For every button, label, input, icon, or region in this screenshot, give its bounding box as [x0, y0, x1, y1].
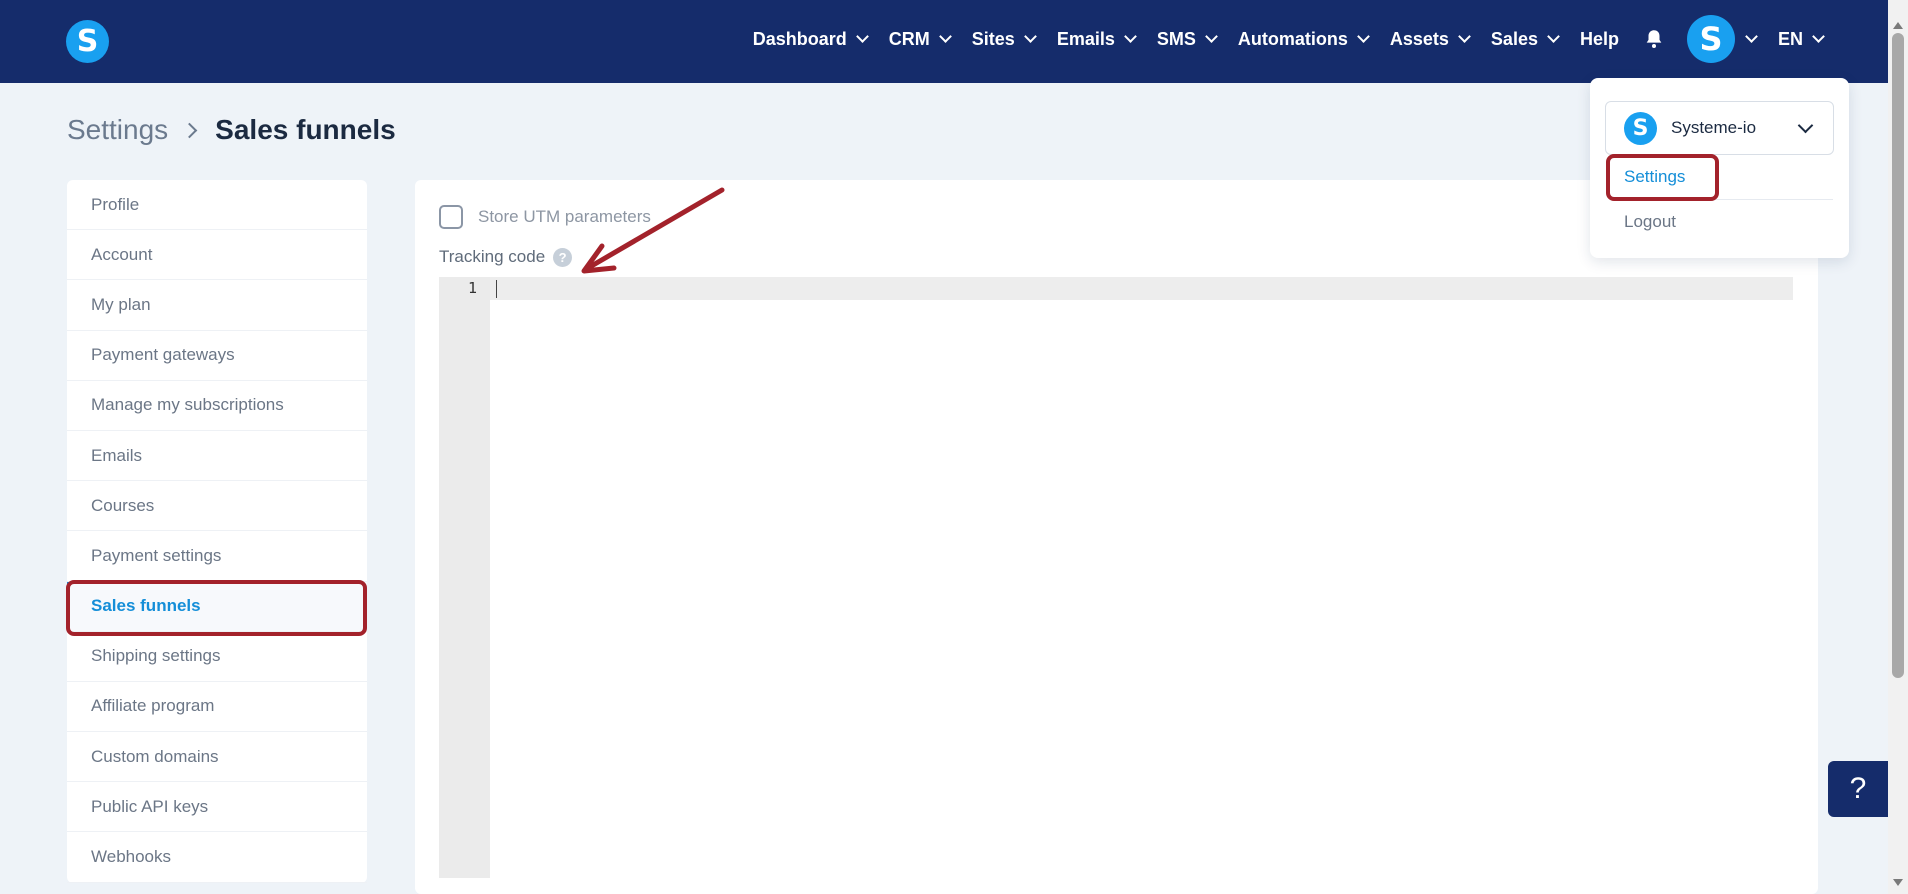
settings-sidebar: Profile Account My plan Payment gateways…	[67, 180, 367, 883]
nav-label: Assets	[1389, 28, 1449, 49]
editor-gutter: 1	[439, 277, 490, 878]
sidebar-item-account[interactable]: Account	[67, 230, 367, 281]
sidebar-item-label: Manage my subscriptions	[91, 395, 284, 415]
sidebar-item-sales-funnels[interactable]: Sales funnels	[67, 581, 367, 632]
sidebar-item-affiliate-program[interactable]: Affiliate program	[67, 682, 367, 733]
nav-label: Help	[1579, 28, 1619, 49]
store-utm-checkbox[interactable]	[439, 205, 463, 229]
nav-dashboard[interactable]: Dashboard	[752, 28, 869, 50]
chevron-down-icon	[1745, 30, 1758, 43]
line-number: 1	[467, 279, 477, 297]
scroll-down-icon[interactable]	[1893, 879, 1903, 886]
account-switcher[interactable]: S Systeme-io	[1605, 101, 1834, 155]
tracking-code-label: Tracking code	[439, 247, 546, 266]
sidebar-item-label: Sales funnels	[91, 596, 201, 616]
page-scrollbar[interactable]	[1888, 0, 1908, 894]
sidebar-item-label: Affiliate program	[91, 696, 215, 716]
nav-automations[interactable]: Automations	[1237, 28, 1370, 50]
avatar: S	[1686, 15, 1735, 63]
chevron-down-icon	[1023, 30, 1037, 43]
sidebar-item-label: Courses	[91, 495, 155, 515]
account-logo: S	[1624, 111, 1657, 145]
sidebar-item-label: Profile	[91, 194, 140, 214]
nav-sites[interactable]: Sites	[971, 28, 1037, 50]
sidebar-item-label: Webhooks	[91, 847, 172, 867]
language-label: EN	[1777, 28, 1803, 49]
chevron-right-icon	[181, 122, 198, 138]
help-chat-button[interactable]: ?	[1828, 761, 1888, 817]
breadcrumb: Settings Sales funnels	[67, 114, 396, 146]
nav-crm[interactable]: CRM	[888, 28, 952, 50]
nav-label: Sales	[1490, 28, 1538, 49]
nav-emails[interactable]: Emails	[1056, 28, 1137, 50]
sidebar-item-emails[interactable]: Emails	[67, 431, 367, 482]
main-nav: Dashboard CRM Sites Emails SMS Automatio…	[731, 0, 1825, 78]
sidebar-item-my-plan[interactable]: My plan	[67, 280, 367, 331]
chevron-down-icon	[1812, 30, 1825, 43]
tracking-code-editor[interactable]: 1	[439, 277, 1793, 878]
user-dropdown-menu: S Systeme-io Settings Logout	[1590, 78, 1849, 258]
sidebar-item-public-api-keys[interactable]: Public API keys	[67, 782, 367, 833]
sidebar-item-label: Emails	[91, 445, 143, 465]
text-cursor	[496, 280, 497, 298]
sidebar-item-label: Payment gateways	[91, 345, 235, 365]
tracking-code-header: Tracking code ?	[439, 247, 573, 267]
nav-label: Sites	[971, 28, 1015, 49]
sidebar-item-manage-subscriptions[interactable]: Manage my subscriptions	[67, 381, 367, 431]
nav-assets[interactable]: Assets	[1389, 28, 1471, 50]
sidebar-item-label: Shipping settings	[91, 646, 221, 666]
sidebar-item-webhooks[interactable]: Webhooks	[67, 832, 367, 883]
sidebar-item-profile[interactable]: Profile	[67, 180, 367, 231]
chevron-down-icon	[855, 30, 869, 43]
annotation-arrow-icon	[581, 187, 725, 274]
chevron-down-icon	[1797, 117, 1814, 134]
menu-divider	[1616, 199, 1833, 200]
user-menu-toggle[interactable]: S	[1686, 15, 1758, 63]
chevron-down-icon	[1458, 30, 1471, 43]
nav-label: SMS	[1156, 28, 1196, 49]
sidebar-item-label: Public API keys	[91, 796, 209, 816]
chevron-down-icon	[1205, 30, 1218, 43]
scroll-up-icon[interactable]	[1893, 22, 1903, 29]
sidebar-item-custom-domains[interactable]: Custom domains	[67, 732, 367, 783]
sidebar-item-label: My plan	[91, 294, 151, 314]
systeme-logo[interactable]: S	[66, 20, 109, 63]
top-navigation-bar: S Dashboard CRM Sites Emails SMS Automat…	[0, 0, 1908, 83]
nav-sms[interactable]: SMS	[1156, 28, 1218, 50]
chevron-down-icon	[1357, 30, 1370, 43]
nav-label: Automations	[1237, 28, 1348, 49]
scrollbar-thumb[interactable]	[1892, 33, 1904, 678]
nav-label: CRM	[888, 28, 930, 49]
breadcrumb-settings[interactable]: Settings	[67, 114, 168, 146]
chevron-down-icon	[1547, 30, 1560, 43]
chevron-down-icon	[938, 30, 952, 43]
sidebar-item-payment-gateways[interactable]: Payment gateways	[67, 331, 367, 381]
language-selector[interactable]: EN	[1777, 28, 1825, 50]
page-title: Sales funnels	[215, 114, 396, 145]
sidebar-item-label: Account	[91, 244, 153, 264]
sidebar-item-payment-settings[interactable]: Payment settings	[67, 531, 367, 582]
sidebar-item-label: Payment settings	[91, 545, 222, 565]
sidebar-item-label: Custom domains	[91, 746, 219, 766]
nav-help[interactable]: Help	[1580, 29, 1619, 50]
menu-item-settings[interactable]: Settings	[1624, 167, 1685, 187]
nav-label: Dashboard	[752, 28, 847, 49]
nav-label: Emails	[1056, 28, 1115, 49]
sidebar-item-shipping-settings[interactable]: Shipping settings	[67, 632, 367, 682]
sidebar-item-courses[interactable]: Courses	[67, 481, 367, 532]
nav-sales[interactable]: Sales	[1490, 28, 1560, 50]
menu-item-logout[interactable]: Logout	[1624, 212, 1676, 232]
chevron-down-icon	[1123, 30, 1137, 43]
account-name: Systeme-io	[1671, 118, 1757, 137]
bell-icon[interactable]	[1643, 28, 1665, 50]
